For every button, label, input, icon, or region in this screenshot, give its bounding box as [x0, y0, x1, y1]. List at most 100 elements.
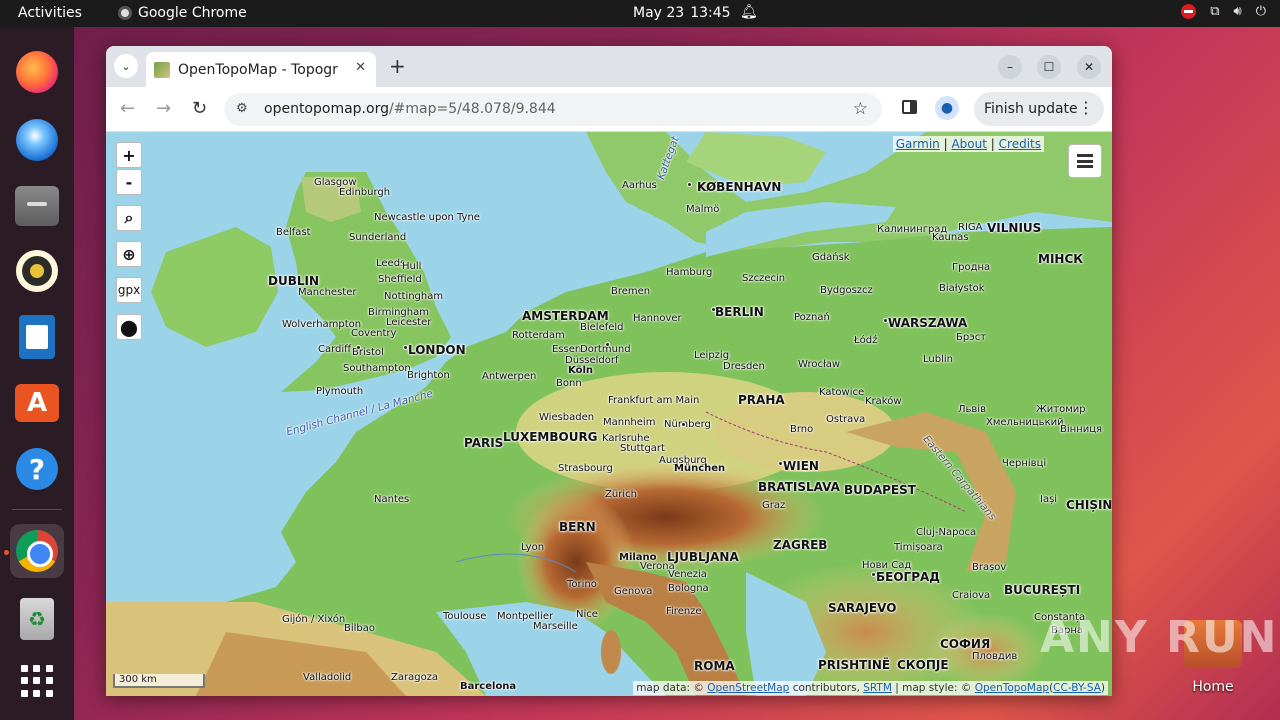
map-label: Bremen — [611, 286, 651, 297]
dock-chrome[interactable] — [10, 524, 64, 578]
map-label: Чернівці — [1002, 458, 1047, 469]
app-center-icon: A — [15, 384, 59, 422]
dock-help[interactable]: ? — [10, 442, 64, 496]
profile-avatar-icon[interactable]: ● — [935, 96, 959, 120]
dock-trash[interactable]: ♻ — [10, 592, 64, 646]
otm-link[interactable]: OpenTopoMap — [975, 682, 1049, 694]
top-bar: Activities Google Chrome May 23 13:45 🔔︎… — [0, 0, 1280, 27]
more-menu-icon[interactable]: ⋮ — [1078, 98, 1094, 117]
map-label: Mannheim — [603, 417, 656, 428]
attrib-separator: | — [943, 137, 948, 151]
firefox-icon — [16, 51, 58, 93]
city-dot — [681, 422, 686, 427]
stop-icon[interactable] — [1181, 4, 1197, 19]
anyrun-watermark: ANY RUN — [1040, 612, 1279, 663]
new-tab-button[interactable]: + — [389, 54, 406, 78]
map-view[interactable]: + - ⌕ ⊕ gpx ⬤ Garmin | About | Credits G… — [106, 132, 1112, 696]
map-label: Frankfurt am Main — [608, 395, 700, 406]
map-label: Sunderland — [349, 232, 407, 243]
forward-arrow-icon[interactable]: → — [156, 98, 171, 119]
license-link[interactable]: CC-BY-SA — [1053, 682, 1101, 694]
credits-link[interactable]: Credits — [999, 137, 1041, 151]
layers-menu-button[interactable] — [1068, 144, 1102, 178]
close-window-button[interactable]: ✕ — [1077, 55, 1101, 79]
map-label: Marseille — [533, 621, 578, 632]
map-label: Bilbao — [344, 623, 376, 634]
map-label: Antwerpen — [482, 371, 537, 382]
dock-thunderbird[interactable] — [10, 113, 64, 167]
map-label: Brașov — [972, 562, 1007, 573]
map-label: AMSTERDAM — [522, 309, 609, 323]
map-label: Bonn — [556, 378, 582, 389]
app-indicator[interactable]: Google Chrome — [118, 5, 247, 21]
city-dot — [356, 345, 361, 350]
tab-close-icon[interactable]: ✕ — [355, 60, 366, 75]
dock-show-apps[interactable] — [10, 654, 64, 708]
back-arrow-icon[interactable]: ← — [120, 98, 135, 119]
map-label: Aarhus — [622, 180, 657, 191]
city-dot — [883, 318, 888, 323]
map-label: LUXEMBOURG — [503, 430, 598, 444]
srtm-link[interactable]: SRTM — [863, 682, 892, 694]
attrib-paren: ) — [1100, 682, 1105, 694]
marker-icon[interactable]: ⬤ — [116, 314, 142, 340]
url-text[interactable]: opentopomap.org/#map=5/48.078/9.844 — [264, 101, 556, 117]
system-tray[interactable]: ⧉ 🔊︎ ⏻ — [1181, 4, 1266, 19]
map-label: PRAHA — [738, 393, 785, 407]
running-indicator — [4, 550, 9, 555]
map-label: Leeds — [376, 258, 406, 269]
bookmark-star-icon[interactable]: ☆ — [853, 99, 868, 119]
map-label: Nottingham — [384, 291, 444, 302]
clock[interactable]: May 23 13:45 — [633, 5, 731, 21]
maximize-button[interactable]: ☐ — [1037, 55, 1061, 79]
finish-update-button[interactable]: Finish update ⋮ — [974, 92, 1104, 126]
map-label: Brighton — [407, 370, 450, 381]
map-label: Kraków — [865, 396, 902, 407]
network-icon: ⧉ — [1210, 4, 1220, 19]
map-label: BERN — [559, 520, 596, 534]
zoom-out-button[interactable]: - — [116, 169, 142, 195]
map-label: Hull — [402, 261, 422, 272]
locate-icon[interactable]: ⊕ — [116, 241, 142, 267]
map-label: VILNIUS — [987, 221, 1042, 235]
minimize-button[interactable]: – — [998, 55, 1022, 79]
tab-search-button[interactable]: ⌄ — [114, 54, 138, 78]
power-icon: ⏻ — [1255, 4, 1266, 19]
site-info-icon[interactable]: ⚙ — [236, 101, 248, 116]
dock-app-center[interactable]: A — [10, 376, 64, 430]
tab-opentopomap[interactable]: OpenTopoMap - Topogr ✕ — [146, 52, 376, 87]
dock-files[interactable] — [10, 179, 64, 233]
about-link[interactable]: About — [951, 137, 986, 151]
map-label: Львів — [958, 404, 986, 415]
attrib-separator: | — [990, 137, 995, 151]
activities-button[interactable]: Activities — [18, 5, 82, 21]
dock-writer[interactable] — [10, 310, 64, 364]
map-label: CHIȘINĂU — [1066, 498, 1112, 512]
map-label: Iași — [1040, 494, 1058, 505]
map-label: Хмельницький — [986, 417, 1064, 428]
map-label: Wrocław — [798, 359, 841, 370]
map-label: Craiova — [952, 590, 991, 601]
address-bar[interactable]: ⚙ opentopomap.org/#map=5/48.078/9.844 ☆ — [224, 93, 882, 126]
favicon-icon — [154, 61, 170, 78]
map-label: Nantes — [374, 494, 410, 505]
dock-firefox[interactable] — [10, 45, 64, 99]
map-label: Bielefeld — [580, 322, 624, 333]
map-label: СКОПЈЕ — [897, 658, 949, 672]
map-label: Bydgoszcz — [820, 285, 873, 296]
reload-icon[interactable]: ↻ — [192, 98, 207, 119]
map-label: Zürich — [605, 489, 637, 500]
gpx-button[interactable]: gpx — [116, 277, 142, 303]
garmin-link[interactable]: Garmin — [896, 137, 940, 151]
writer-icon — [19, 315, 55, 359]
zoom-in-button[interactable]: + — [116, 142, 142, 168]
map-label: Belfast — [276, 227, 311, 238]
search-icon[interactable]: ⌕ — [116, 205, 142, 231]
map-label: PARIS — [464, 436, 504, 450]
map-label: Toulouse — [443, 611, 487, 622]
map-label: Stuttgart — [620, 443, 665, 454]
side-panel-icon[interactable] — [902, 100, 917, 114]
menu-icon — [1077, 154, 1093, 168]
dock-rhythmbox[interactable] — [10, 244, 64, 298]
osm-link[interactable]: OpenStreetMap — [707, 682, 789, 694]
